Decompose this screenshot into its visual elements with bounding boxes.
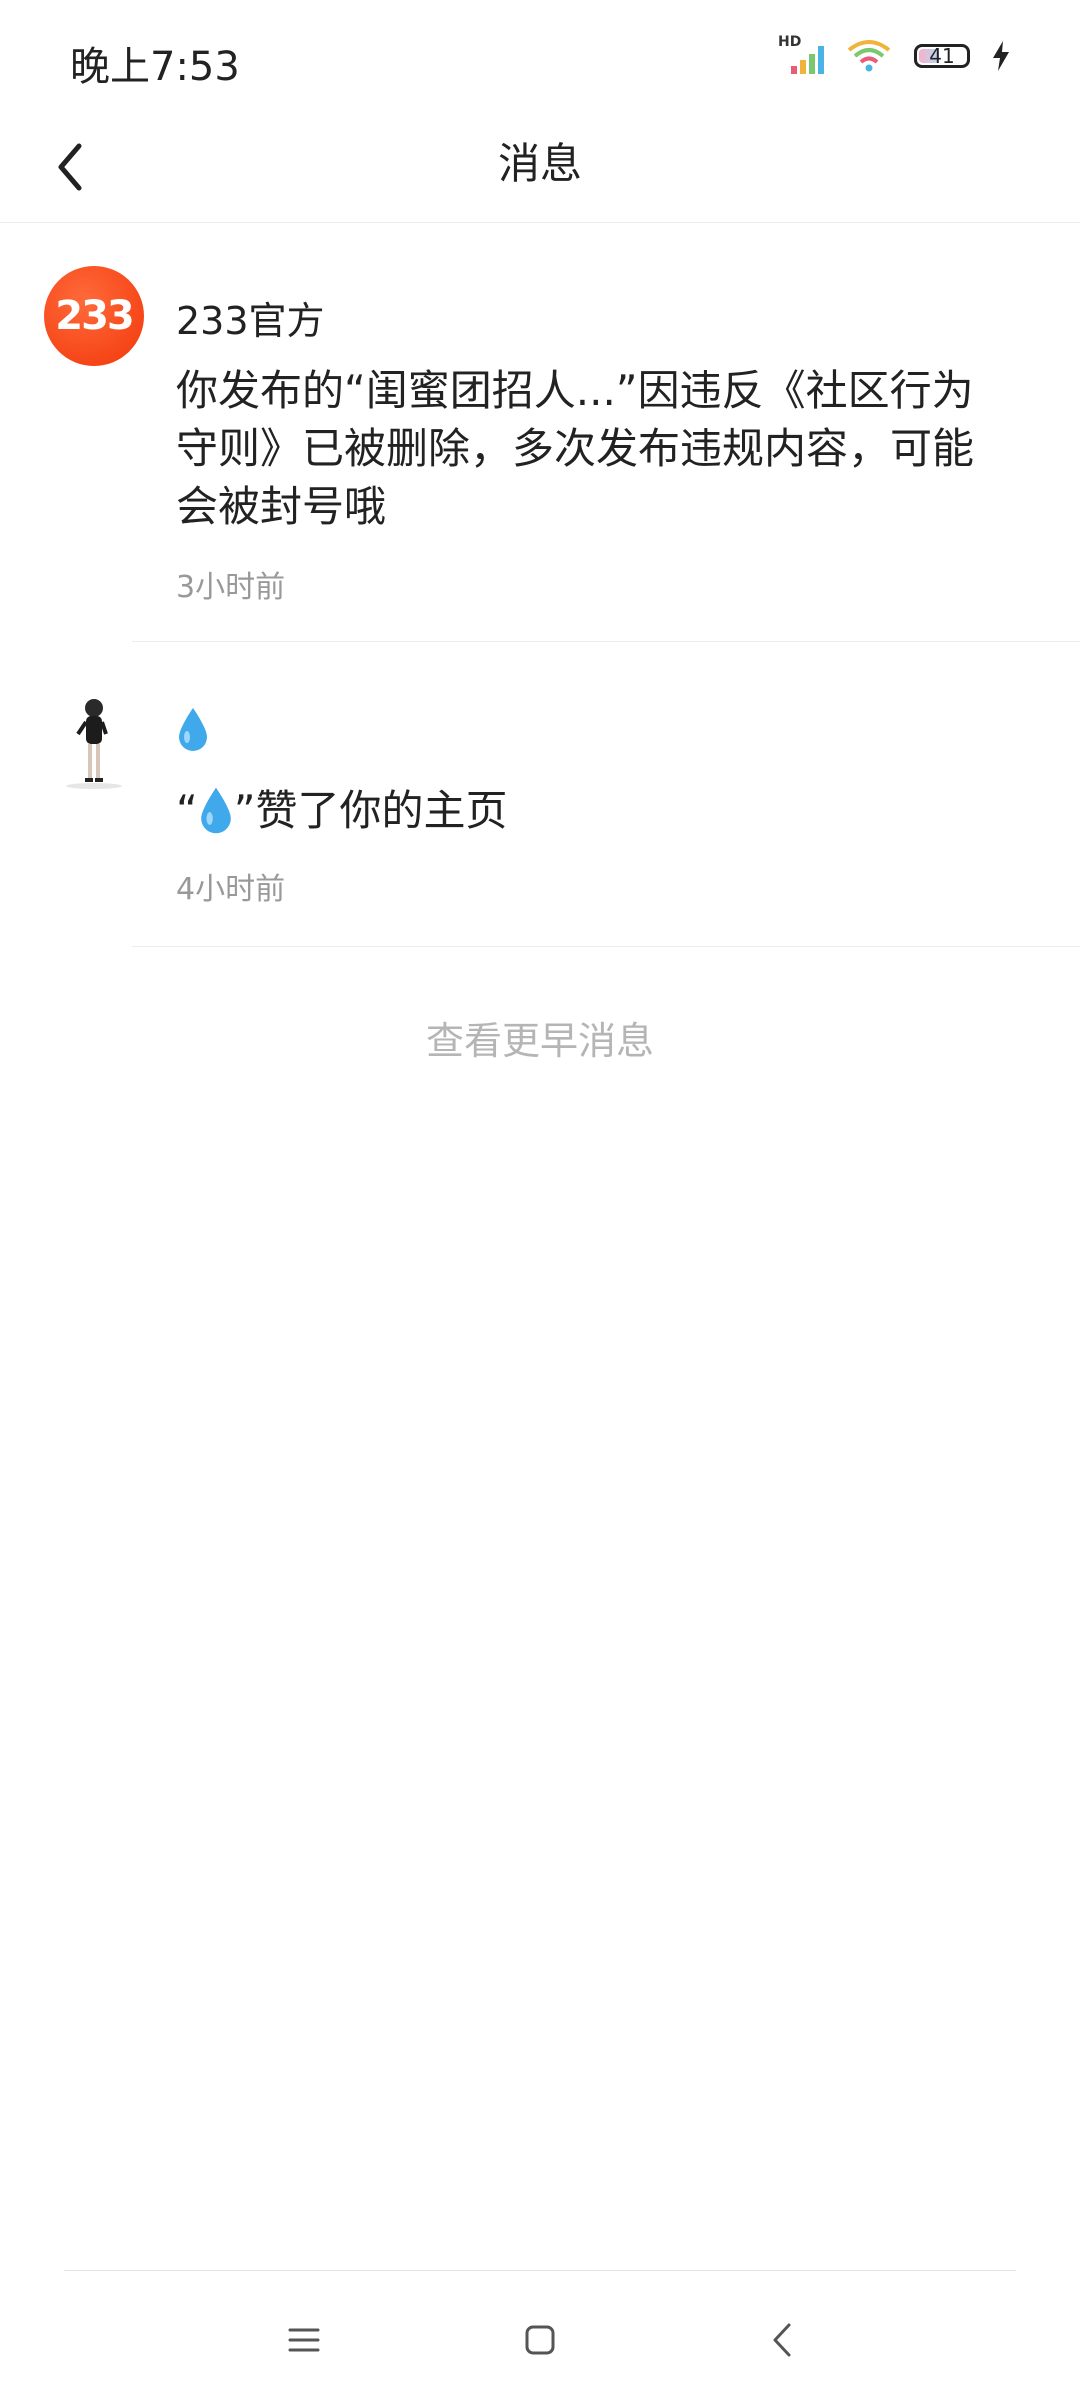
message-item-like[interactable]: “ ”赞了你的主页 4小时前 [0,642,1080,947]
page-title: 消息 [497,139,582,188]
top-bar: 消息 [0,110,1080,223]
nav-divider [64,2270,1016,2271]
avatar[interactable] [44,690,144,790]
avatar-logo-text: 233 [55,293,134,339]
battery-icon: 41 [914,44,970,68]
home-button[interactable] [510,2310,570,2370]
sender-name [176,706,210,756]
battery-level: 41 [929,44,955,68]
message-time: 4小时前 [176,872,286,907]
water-drop-icon [179,708,207,751]
load-earlier-messages-button[interactable]: 查看更早消息 [0,1010,1080,1065]
home-square-icon [525,2325,555,2355]
status-icons: HD 41 [778,34,1010,74]
charging-icon [993,41,1009,71]
message-item-official[interactable]: 233 233官方 你发布的“闺蜜团招人...”因违反《社区行为守则》已被删除，… [0,222,1080,642]
avatar[interactable]: 233 [44,266,144,366]
divider [132,946,1080,947]
system-nav-bar [0,2300,1080,2380]
status-time: 晚上7:53 [70,44,240,90]
menu-icon [288,2328,320,2352]
wifi-icon [847,40,891,72]
menu-button[interactable] [274,2310,334,2370]
back-triangle-icon [773,2323,791,2357]
cellular-signal-icon: HD [778,34,824,74]
message-time: 3小时前 [176,570,286,605]
message-body: “ ”赞了你的主页 [176,786,508,835]
message-body: 你发布的“闺蜜团招人...”因违反《社区行为守则》已被删除，多次发布违规内容，可… [176,366,975,531]
sender-name: 233官方 [176,299,325,343]
system-back-button[interactable] [752,2310,812,2370]
status-bar: 晚上7:53 HD 41 [0,0,1080,110]
water-drop-icon [200,787,231,833]
user-avatar-figure [66,699,122,789]
